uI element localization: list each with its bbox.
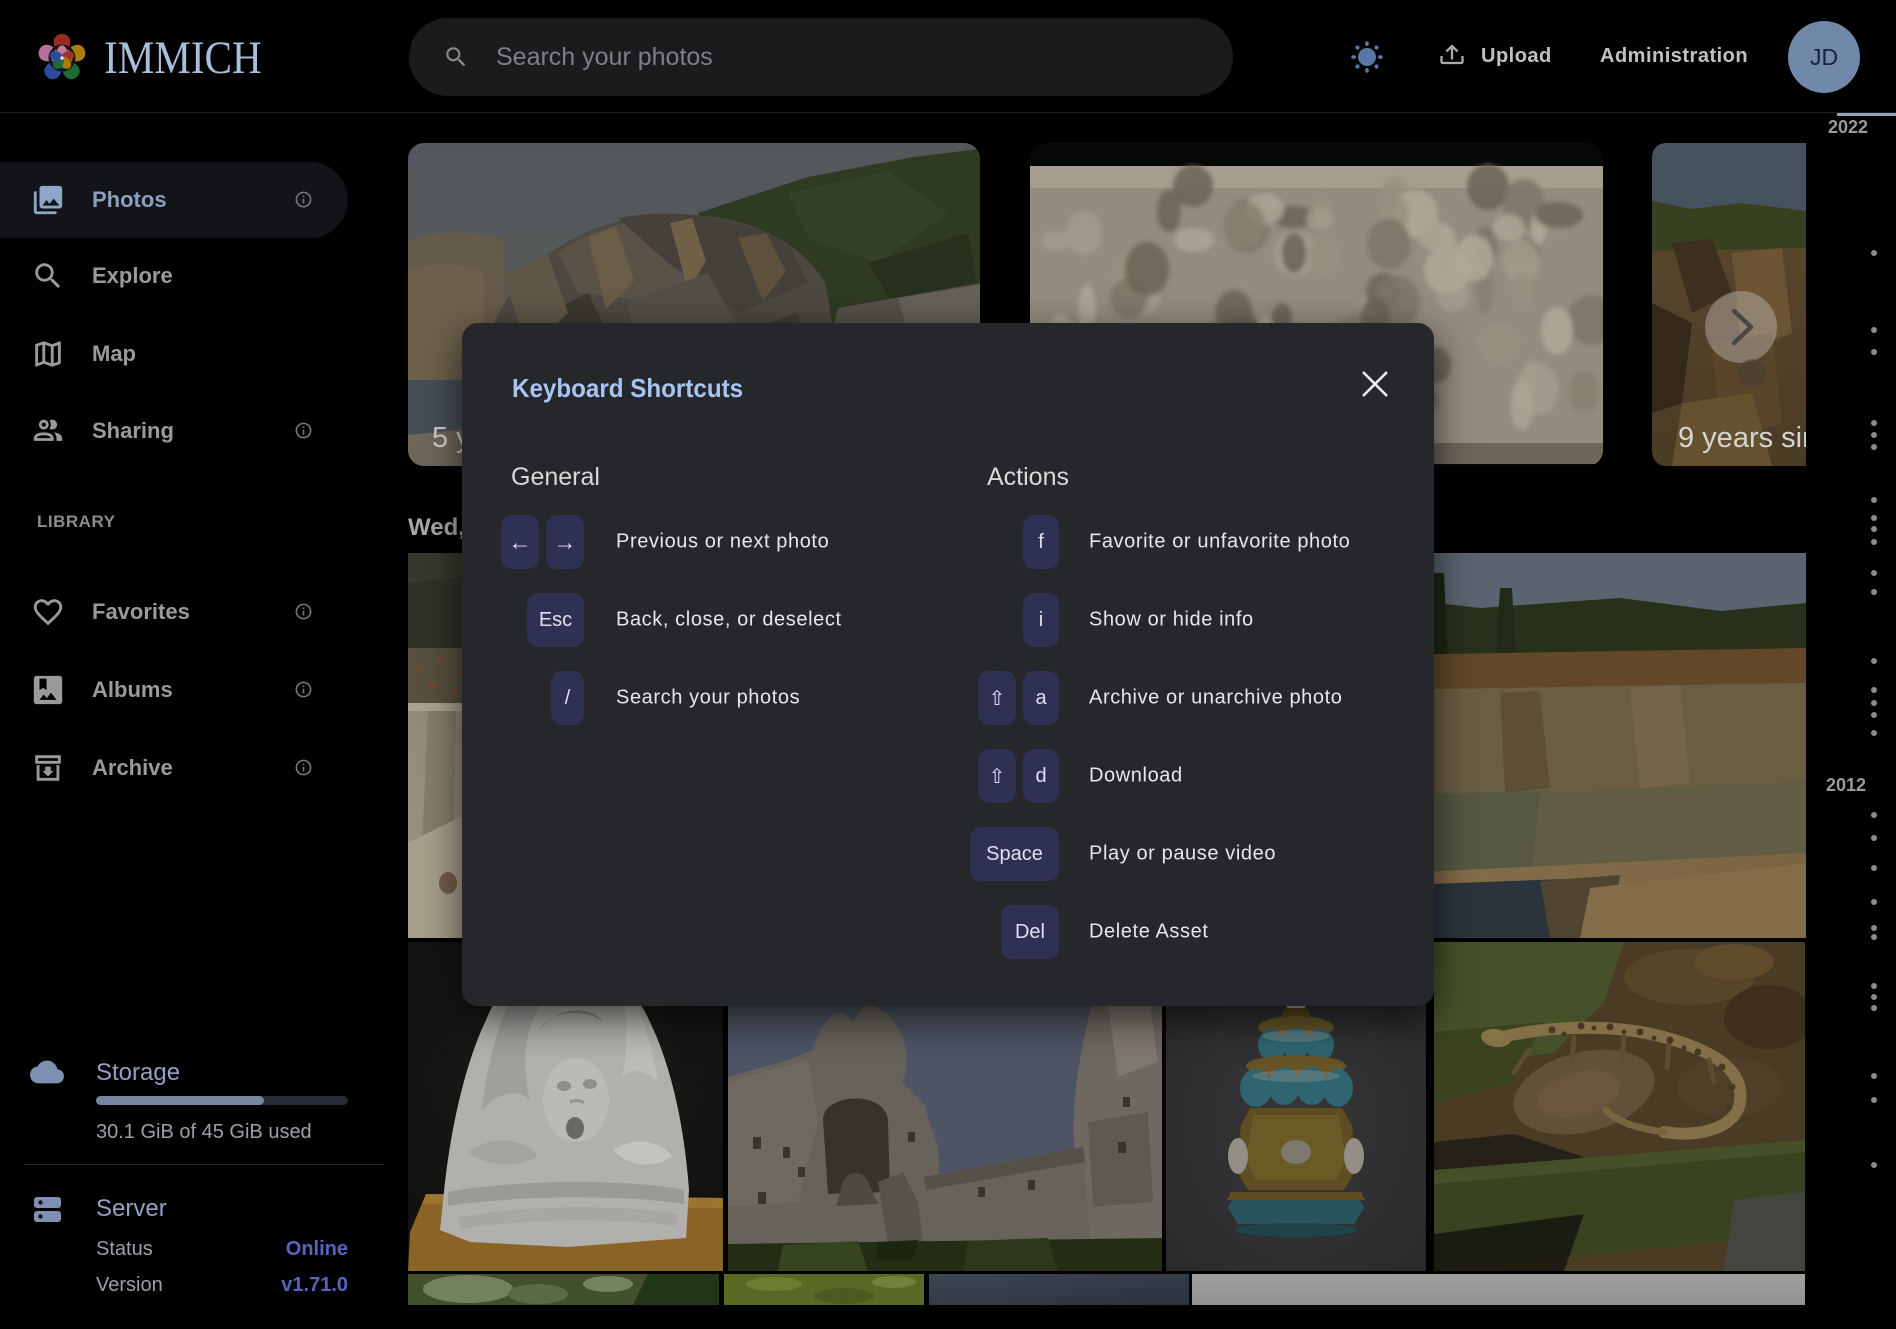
svg-text:9 years since: 9 years since xyxy=(1678,422,1806,454)
